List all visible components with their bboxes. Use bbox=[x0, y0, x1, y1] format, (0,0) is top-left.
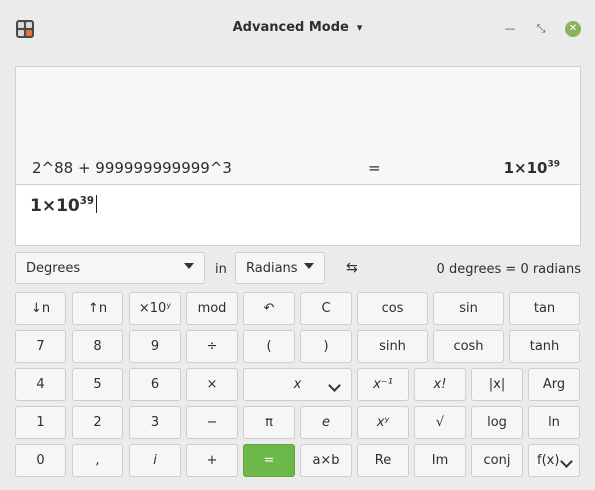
function-label: f(x) bbox=[537, 453, 560, 468]
digit-5-button[interactable]: 5 bbox=[72, 368, 123, 401]
function-menu-button[interactable]: f(x) bbox=[528, 444, 580, 477]
digit-6-button[interactable]: 6 bbox=[129, 368, 181, 401]
text-cursor bbox=[95, 195, 97, 213]
history-result-mantissa: 1×10 bbox=[503, 159, 548, 177]
minimize-button[interactable]: — bbox=[500, 19, 520, 39]
digit-1-button[interactable]: 1 bbox=[15, 406, 66, 439]
factorial-button[interactable]: x! bbox=[414, 368, 466, 401]
close-paren-button[interactable]: ) bbox=[300, 330, 352, 363]
imaginary-part-button[interactable]: Im bbox=[414, 444, 466, 477]
history-result-exponent: 39 bbox=[547, 159, 560, 170]
arg-button[interactable]: Arg bbox=[528, 368, 580, 401]
subtract-button[interactable]: − bbox=[186, 406, 238, 439]
history-panel: 2^88 + 999999999999^3 = 1×1039 bbox=[15, 66, 581, 185]
superscript-button[interactable]: ↑n bbox=[72, 292, 123, 325]
from-unit-select[interactable]: Degrees bbox=[15, 252, 205, 284]
equals-button[interactable]: = bbox=[243, 444, 295, 477]
chevron-down-icon bbox=[328, 379, 341, 392]
power-button[interactable]: xʸ bbox=[357, 406, 409, 439]
subscript-button[interactable]: ↓n bbox=[15, 292, 66, 325]
add-button[interactable]: + bbox=[186, 444, 238, 477]
chevron-down-icon bbox=[560, 455, 573, 468]
history-equals-sign: = bbox=[368, 159, 381, 177]
cosh-button[interactable]: cosh bbox=[433, 330, 504, 363]
from-unit-label: Degrees bbox=[26, 261, 81, 276]
euler-button[interactable]: e bbox=[300, 406, 352, 439]
entry-exponent: 39 bbox=[79, 195, 94, 207]
mod-button[interactable]: mod bbox=[186, 292, 238, 325]
swap-units-icon[interactable]: ⇆ bbox=[346, 260, 358, 276]
open-paren-button[interactable]: ( bbox=[243, 330, 295, 363]
exponent-button[interactable]: ×10ʸ bbox=[129, 292, 181, 325]
history-equation[interactable]: 2^88 + 999999999999^3 bbox=[32, 159, 232, 177]
equation-entry[interactable]: 1×1039 bbox=[15, 184, 581, 246]
factorize-button[interactable]: a×b bbox=[300, 444, 352, 477]
digit-0-button[interactable]: 0 bbox=[15, 444, 66, 477]
ln-button[interactable]: ln bbox=[528, 406, 580, 439]
log-button[interactable]: log bbox=[471, 406, 523, 439]
sinh-button[interactable]: sinh bbox=[357, 330, 428, 363]
chevron-down-icon: ▾ bbox=[356, 21, 363, 34]
digit-2-button[interactable]: 2 bbox=[72, 406, 123, 439]
digit-3-button[interactable]: 3 bbox=[129, 406, 181, 439]
variable-label: x bbox=[293, 377, 302, 392]
window-title: Advanced Mode bbox=[232, 20, 349, 35]
real-part-button[interactable]: Re bbox=[357, 444, 409, 477]
cos-button[interactable]: cos bbox=[357, 292, 428, 325]
sin-button[interactable]: sin bbox=[433, 292, 504, 325]
pi-button[interactable]: π bbox=[243, 406, 295, 439]
digit-9-button[interactable]: 9 bbox=[129, 330, 181, 363]
digit-4-button[interactable]: 4 bbox=[15, 368, 66, 401]
variable-menu-button[interactable]: x bbox=[243, 368, 352, 401]
dropdown-arrow-icon bbox=[304, 263, 314, 269]
decimal-separator-button[interactable]: , bbox=[72, 444, 123, 477]
digit-7-button[interactable]: 7 bbox=[15, 330, 66, 363]
to-unit-select[interactable]: Radians bbox=[235, 252, 325, 284]
title-bar: Advanced Mode ▾ — ⤡ ✕ bbox=[0, 0, 595, 58]
dropdown-arrow-icon bbox=[184, 263, 194, 269]
history-result[interactable]: 1×1039 bbox=[504, 159, 560, 177]
entry-mantissa: 1×10 bbox=[30, 196, 80, 216]
inverse-button[interactable]: x⁻¹ bbox=[357, 368, 409, 401]
abs-button[interactable]: |x| bbox=[471, 368, 523, 401]
digit-8-button[interactable]: 8 bbox=[72, 330, 123, 363]
divide-button[interactable]: ÷ bbox=[186, 330, 238, 363]
conjugate-button[interactable]: conj bbox=[471, 444, 523, 477]
tanh-button[interactable]: tanh bbox=[509, 330, 580, 363]
restore-button[interactable]: ⤡ bbox=[531, 19, 551, 39]
sqrt-button[interactable]: √ bbox=[414, 406, 466, 439]
clear-button[interactable]: C bbox=[300, 292, 352, 325]
conversion-result: 0 degrees = 0 radians bbox=[436, 262, 581, 277]
imaginary-unit-button[interactable]: i bbox=[129, 444, 181, 477]
undo-button[interactable]: ↶ bbox=[243, 292, 295, 325]
close-button[interactable]: ✕ bbox=[565, 21, 581, 37]
in-label: in bbox=[215, 262, 227, 277]
to-unit-label: Radians bbox=[246, 261, 298, 276]
tan-button[interactable]: tan bbox=[509, 292, 580, 325]
multiply-button[interactable]: × bbox=[186, 368, 238, 401]
